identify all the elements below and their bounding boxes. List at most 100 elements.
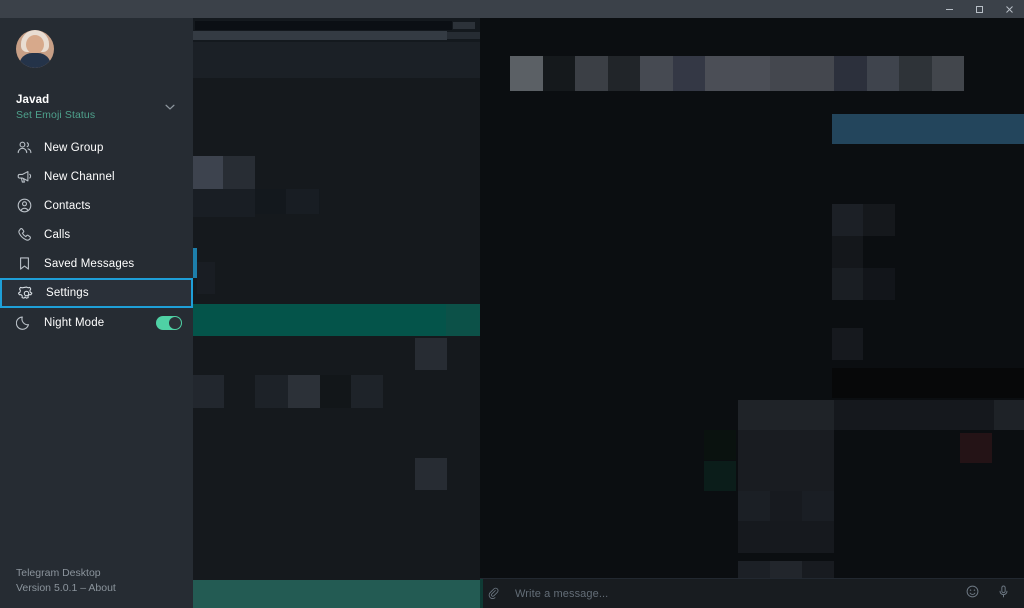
- obscured-block: [446, 304, 480, 336]
- obscured-block: [351, 375, 383, 408]
- obscured-block: [932, 56, 964, 91]
- obscured-block: [193, 189, 255, 217]
- obscured-block: [704, 430, 736, 460]
- obscured-block: [738, 430, 834, 462]
- sidebar-item-label: New Channel: [44, 170, 115, 183]
- window-titlebar: [0, 0, 1024, 18]
- profile-name: Javad: [16, 94, 50, 106]
- sidebar-item-label: Contacts: [44, 199, 91, 212]
- set-emoji-status-link[interactable]: Set Emoji Status: [16, 109, 95, 121]
- obscured-block: [738, 491, 770, 521]
- obscured-block: [832, 368, 1024, 398]
- chat-list-item-bottom[interactable]: [193, 580, 480, 608]
- obscured-block: [802, 491, 834, 521]
- obscured-block: [320, 375, 351, 408]
- obscured-block: [415, 458, 447, 490]
- sidebar-item-label: Settings: [46, 287, 89, 299]
- sidebar-item-calls[interactable]: Calls: [0, 220, 193, 249]
- message-bubble-outgoing[interactable]: [832, 114, 1024, 144]
- close-icon: [1005, 5, 1013, 13]
- obscured-block: [705, 56, 770, 91]
- obscured-block: [832, 236, 863, 268]
- avatar-face: [26, 35, 44, 54]
- chat-list-panel[interactable]: [193, 18, 480, 608]
- obscured-block: [834, 400, 994, 430]
- sidebar-item-label: Saved Messages: [44, 257, 135, 270]
- minimize-icon: [945, 8, 953, 10]
- search-input[interactable]: [195, 21, 452, 30]
- sidebar-item-label: Calls: [44, 228, 71, 241]
- obscured-block: [867, 56, 899, 91]
- account-switch-button[interactable]: [163, 100, 177, 119]
- sidebar-item-night-mode[interactable]: Night Mode: [0, 308, 193, 337]
- reply-accent-bar: [480, 579, 483, 608]
- app-name-label: Telegram Desktop: [16, 567, 101, 579]
- obscured-block: [197, 262, 215, 294]
- new-group-icon: [15, 139, 33, 157]
- obscured-block: [543, 56, 575, 91]
- chat-list-subheader: [193, 42, 480, 78]
- conversation-panel[interactable]: Write a message...: [480, 18, 1024, 608]
- obscured-block: [770, 491, 802, 521]
- obscured-block: [640, 56, 673, 91]
- gear-icon: [17, 284, 35, 302]
- moon-icon: [15, 314, 33, 332]
- maximize-button[interactable]: [964, 0, 994, 18]
- obscured-block: [960, 433, 992, 463]
- obscured-block: [608, 56, 640, 91]
- close-button[interactable]: [994, 0, 1024, 18]
- main-menu-list: New Group New Channel Contacts Calls Sav…: [0, 133, 193, 337]
- avatar[interactable]: [16, 30, 54, 68]
- obscured-block: [288, 375, 320, 408]
- chevron-down-icon: [165, 104, 175, 110]
- obscured-block: [832, 268, 863, 300]
- sidebar-item-settings[interactable]: Settings: [0, 278, 193, 308]
- voice-record-button[interactable]: [996, 584, 1011, 604]
- avatar-body: [19, 53, 51, 68]
- obscured-block: [255, 375, 288, 408]
- sidebar-item-saved-messages[interactable]: Saved Messages: [0, 249, 193, 278]
- maximize-icon: [975, 5, 983, 13]
- sidebar-item-label: New Group: [44, 141, 104, 154]
- obscured-block: [738, 400, 834, 430]
- obscured-block: [770, 56, 834, 91]
- obscured-block: [994, 400, 1024, 430]
- sidebar-item-new-channel[interactable]: New Channel: [0, 162, 193, 191]
- phone-icon: [15, 226, 33, 244]
- message-input-placeholder[interactable]: Write a message...: [515, 588, 608, 600]
- message-input-bar[interactable]: Write a message...: [480, 578, 1024, 608]
- telegram-desktop-window: Write a message... Javad Set Emoji Statu…: [0, 0, 1024, 608]
- night-mode-toggle[interactable]: [156, 315, 182, 330]
- smiley-icon: [966, 585, 979, 597]
- obscured-block: [575, 56, 608, 91]
- sidebar-item-new-group[interactable]: New Group: [0, 133, 193, 162]
- sidebar-item-contacts[interactable]: Contacts: [0, 191, 193, 220]
- obscured-block: [415, 338, 447, 370]
- obscured-block: [738, 461, 834, 491]
- obscured-block: [193, 156, 223, 189]
- obscured-block: [863, 268, 895, 300]
- obscured-block: [286, 189, 319, 214]
- search-action[interactable]: [453, 22, 475, 29]
- contacts-icon: [15, 197, 33, 215]
- obscured-block: [834, 56, 867, 91]
- obscured-block: [832, 204, 863, 236]
- toggle-knob: [169, 316, 181, 329]
- chat-list-item-selected[interactable]: [193, 304, 480, 336]
- megaphone-icon: [15, 168, 33, 186]
- obscured-block: [863, 204, 895, 236]
- obscured-block: [673, 56, 705, 91]
- minimize-button[interactable]: [934, 0, 964, 18]
- emoji-button[interactable]: [965, 584, 980, 604]
- sidebar-item-label: Night Mode: [44, 316, 105, 329]
- obscured-block: [223, 156, 255, 189]
- obscured-block: [738, 521, 834, 553]
- chat-list-header-band-right: [447, 32, 480, 39]
- attach-button[interactable]: [486, 586, 501, 601]
- paperclip-icon: [488, 587, 499, 599]
- bookmark-icon: [15, 255, 33, 273]
- app-version-label[interactable]: Version 5.0.1 – About: [16, 581, 116, 596]
- chat-list-header-band: [193, 31, 447, 40]
- obscured-block: [832, 328, 863, 360]
- microphone-icon: [999, 584, 1008, 597]
